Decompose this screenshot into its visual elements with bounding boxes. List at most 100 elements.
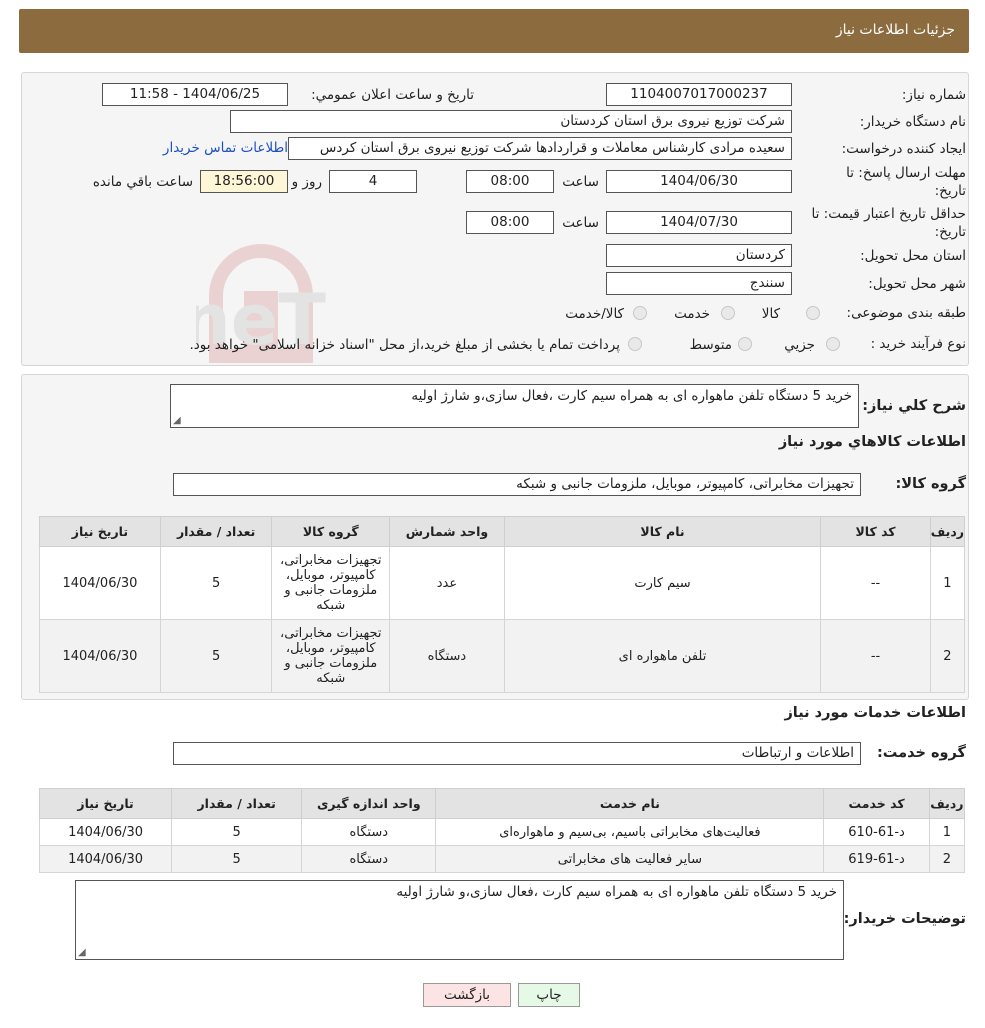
print-button[interactable]: چاپ — [518, 983, 580, 1007]
validity-date-field: 1404/07/30 — [606, 211, 792, 234]
buyer-org-field: شرکت توزیع نیروی برق استان کردستان — [230, 110, 792, 133]
deadline-label: مهلت ارسال پاسخ: تا — [846, 165, 966, 181]
deadline-time-field: 08:00 — [466, 170, 554, 193]
goods-col-code: کد کالا — [820, 516, 931, 547]
category-option-goods: کالا — [761, 306, 780, 322]
services-table-header: ردیف کد خدمت نام خدمت واحد اندازه گیری ت… — [38, 788, 966, 819]
category-radio-goods[interactable] — [806, 306, 820, 320]
goods-table: ردیف کد کالا نام کالا واحد شمارش گروه کا… — [39, 516, 966, 693]
summary-textarea[interactable]: خرید 5 دستگاه تلفن ماهواره ای به همراه س… — [170, 384, 859, 428]
process-radio-medium[interactable] — [738, 337, 752, 351]
buyer-contact-link[interactable]: اطلاعات تماس خریدار — [163, 140, 288, 156]
cell-code: -- — [820, 619, 931, 693]
goods-group-field: تجهیزات مخابراتی، کامپیوتر، موبایل، ملزو… — [173, 473, 861, 496]
category-radio-service[interactable] — [721, 306, 735, 320]
category-label: طبقه بندی موضوعی: — [846, 305, 966, 321]
cell-row: 1 — [928, 818, 966, 846]
remaining-time-field: 18:56:00 — [200, 170, 288, 193]
province-field: کردستان — [606, 244, 792, 267]
remaining-label: ساعت باقي مانده — [92, 174, 193, 190]
cell-row: 2 — [928, 845, 966, 873]
cell-code: د-61-610 — [823, 818, 930, 846]
cell-name: سیم کارت — [503, 546, 822, 620]
table-row: 1 -- سیم کارت عدد تجهیزات مخابراتی، کامپ… — [39, 546, 966, 620]
city-field: سنندج — [606, 272, 792, 295]
goods-col-date: تاریخ نیاز — [39, 516, 161, 547]
cell-qty: 5 — [171, 845, 303, 873]
buyer-notes-label: توضیحات خریدار: — [843, 911, 966, 927]
days-field: 4 — [329, 170, 417, 193]
service-group-field: اطلاعات و ارتباطات — [173, 742, 861, 765]
process-radio-treasury[interactable] — [628, 337, 642, 351]
cell-date: 1404/06/30 — [38, 845, 173, 873]
announce-label: تاریخ و ساعت اعلان عمومي: — [311, 87, 474, 103]
goods-group-label: گروه کالا: — [895, 476, 966, 492]
summary-text: خرید 5 دستگاه تلفن ماهواره ای به همراه س… — [411, 388, 852, 404]
cell-code: د-61-619 — [823, 845, 930, 873]
category-radio-goods-service[interactable] — [633, 306, 647, 320]
requester-field: سعیده مرادی کارشناس معاملات و قراردادها … — [288, 137, 792, 160]
announce-field: 1404/06/25 - 11:58 — [102, 83, 288, 106]
goods-col-group: گروه کالا — [271, 516, 391, 547]
page-title: جزئیات اطلاعات نیاز — [835, 22, 955, 38]
cell-date: 1404/06/30 — [39, 546, 161, 620]
category-option-goods-service: کالا/خدمت — [565, 306, 624, 322]
resize-grip-icon[interactable]: ◢ — [78, 947, 86, 958]
services-col-row: ردیف — [928, 788, 966, 819]
cell-row: 2 — [929, 619, 966, 693]
goods-table-header: ردیف کد کالا نام کالا واحد شمارش گروه کا… — [39, 516, 966, 547]
services-col-unit: واحد اندازه گیری — [301, 788, 437, 819]
services-col-name: نام خدمت — [435, 788, 825, 819]
process-option-medium: متوسط — [689, 337, 732, 353]
buyer-notes-text: خرید 5 دستگاه تلفن ماهواره ای به همراه س… — [396, 884, 837, 900]
deadline-label-date: تاریخ: — [934, 183, 966, 199]
goods-col-row: ردیف — [929, 516, 966, 547]
cell-qty: 5 — [171, 818, 303, 846]
services-col-qty: تعداد / مقدار — [171, 788, 303, 819]
cell-name: فعالیت‌های مخابراتی باسیم، بی‌سیم و ماهو… — [435, 818, 825, 846]
validity-time-field: 08:00 — [466, 211, 554, 234]
province-label: استان محل تحویل: — [860, 248, 966, 264]
cell-name: تلفن ماهواره ای — [503, 619, 822, 693]
deadline-date-field: 1404/06/30 — [606, 170, 792, 193]
cell-code: -- — [820, 546, 931, 620]
table-row: 1 د-61-610 فعالیت‌های مخابراتی باسیم، بی… — [38, 818, 966, 846]
cell-qty: 5 — [159, 619, 273, 693]
summary-label: شرح کلي نیاز: — [862, 398, 966, 414]
table-row: 2 -- تلفن ماهواره ای دستگاه تجهیزات مخاب… — [39, 619, 966, 693]
cell-qty: 5 — [159, 546, 273, 620]
cell-group: تجهیزات مخابراتی، کامپیوتر، موبایل، ملزو… — [271, 619, 391, 693]
services-col-code: کد خدمت — [823, 788, 930, 819]
requester-label: ایجاد کننده درخواست: — [841, 141, 966, 157]
services-section-title: اطلاعات خدمات مورد نياز — [784, 705, 966, 721]
cell-date: 1404/06/30 — [39, 619, 161, 693]
deadline-time-label: ساعت — [562, 174, 599, 190]
cell-group: تجهیزات مخابراتی، کامپیوتر، موبایل، ملزو… — [271, 546, 391, 620]
process-note: پرداخت تمام یا بخشی از مبلغ خرید،از محل … — [189, 337, 620, 353]
back-button[interactable]: بازگشت — [423, 983, 511, 1007]
need-number-label: شماره نیاز: — [901, 87, 966, 103]
resize-grip-icon[interactable]: ◢ — [173, 415, 181, 426]
cell-date: 1404/06/30 — [38, 818, 173, 846]
process-option-minor: جزيي — [784, 337, 815, 353]
table-row: 2 د-61-619 سایر فعالیت های مخابراتی دستگ… — [38, 845, 966, 873]
buyer-notes-textarea[interactable]: خرید 5 دستگاه تلفن ماهواره ای به همراه س… — [75, 880, 844, 960]
services-col-date: تاریخ نیاز — [38, 788, 173, 819]
cell-unit: دستگاه — [301, 818, 437, 846]
process-radio-minor[interactable] — [826, 337, 840, 351]
validity-time-label: ساعت — [562, 215, 599, 231]
goods-col-name: نام کالا — [503, 516, 822, 547]
goods-col-unit: واحد شمارش — [389, 516, 505, 547]
need-number-field: 1104007017000237 — [606, 83, 792, 106]
cell-name: سایر فعالیت های مخابراتی — [435, 845, 825, 873]
page-header: جزئیات اطلاعات نیاز — [19, 9, 969, 53]
services-table: ردیف کد خدمت نام خدمت واحد اندازه گیری ت… — [38, 788, 966, 873]
days-label: روز و — [291, 174, 322, 190]
city-label: شهر محل تحویل: — [868, 276, 966, 292]
cell-unit: عدد — [389, 546, 505, 620]
category-option-service: خدمت — [674, 306, 710, 322]
validity-label: حداقل تاریخ اعتبار قیمت: تا — [811, 206, 966, 222]
buyer-org-label: نام دستگاه خریدار: — [859, 114, 966, 130]
goods-section-title: اطلاعات کالاهاي مورد نياز — [778, 434, 966, 450]
cell-row: 1 — [929, 546, 966, 620]
